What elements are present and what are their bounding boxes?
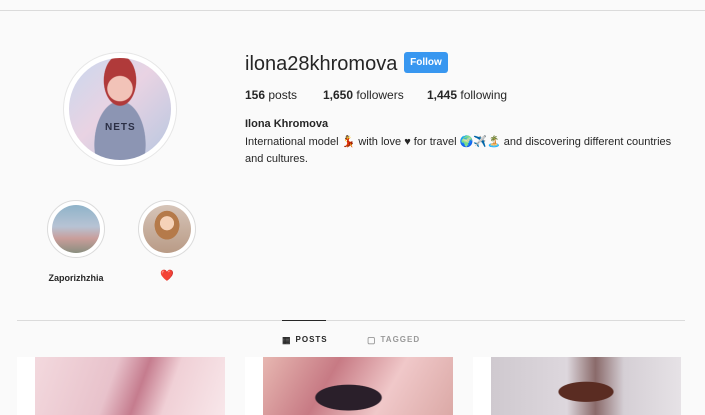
top-border xyxy=(0,10,705,11)
profile-bio: International model 💃 with love ♥ for tr… xyxy=(245,136,672,165)
story-highlight-zaporizhzhia[interactable] xyxy=(47,200,105,258)
posts-label: posts xyxy=(265,88,298,102)
active-tab-indicator xyxy=(282,320,326,321)
post-thumbnail[interactable] xyxy=(473,357,681,415)
following-label: following xyxy=(457,88,508,102)
followers-label: followers xyxy=(353,88,404,102)
posts-count: 156 xyxy=(245,88,266,102)
avatar-photo: NETS xyxy=(69,58,171,160)
tab-tagged-label: TAGGED xyxy=(380,335,421,344)
following-count: 1,445 xyxy=(427,88,458,102)
posts-count-stat[interactable]: 156 posts xyxy=(245,88,297,102)
following-stat[interactable]: 1,445 following xyxy=(427,88,507,102)
highlight-label: Zaporizhzhia xyxy=(48,273,104,283)
highlight-label: ❤️ xyxy=(160,270,174,282)
tab-posts[interactable]: ▦ POSTS xyxy=(282,335,328,345)
tab-tagged[interactable]: ▢ TAGGED xyxy=(367,335,420,345)
highlight-cover xyxy=(52,205,100,253)
post-thumbnail[interactable] xyxy=(245,357,453,415)
grid-icon: ▦ xyxy=(282,335,292,345)
tagged-icon: ▢ xyxy=(367,335,377,345)
followers-stat[interactable]: 1,650 followers xyxy=(323,88,404,102)
followers-count: 1,650 xyxy=(323,88,354,102)
profile-avatar[interactable]: NETS xyxy=(63,52,177,166)
post-image xyxy=(35,357,225,415)
tabs-divider xyxy=(17,320,685,321)
tab-posts-label: POSTS xyxy=(295,335,328,344)
post-image xyxy=(491,357,681,415)
follow-button[interactable]: Follow xyxy=(404,52,448,73)
story-highlight-heart[interactable] xyxy=(138,200,196,258)
post-thumbnail[interactable] xyxy=(17,357,225,415)
profile-full-name: Ilona Khromova xyxy=(245,118,329,130)
avatar-print-text: NETS xyxy=(105,122,136,133)
profile-username: ilona28khromova xyxy=(245,53,398,75)
post-image xyxy=(263,357,453,415)
highlight-cover xyxy=(143,205,191,253)
